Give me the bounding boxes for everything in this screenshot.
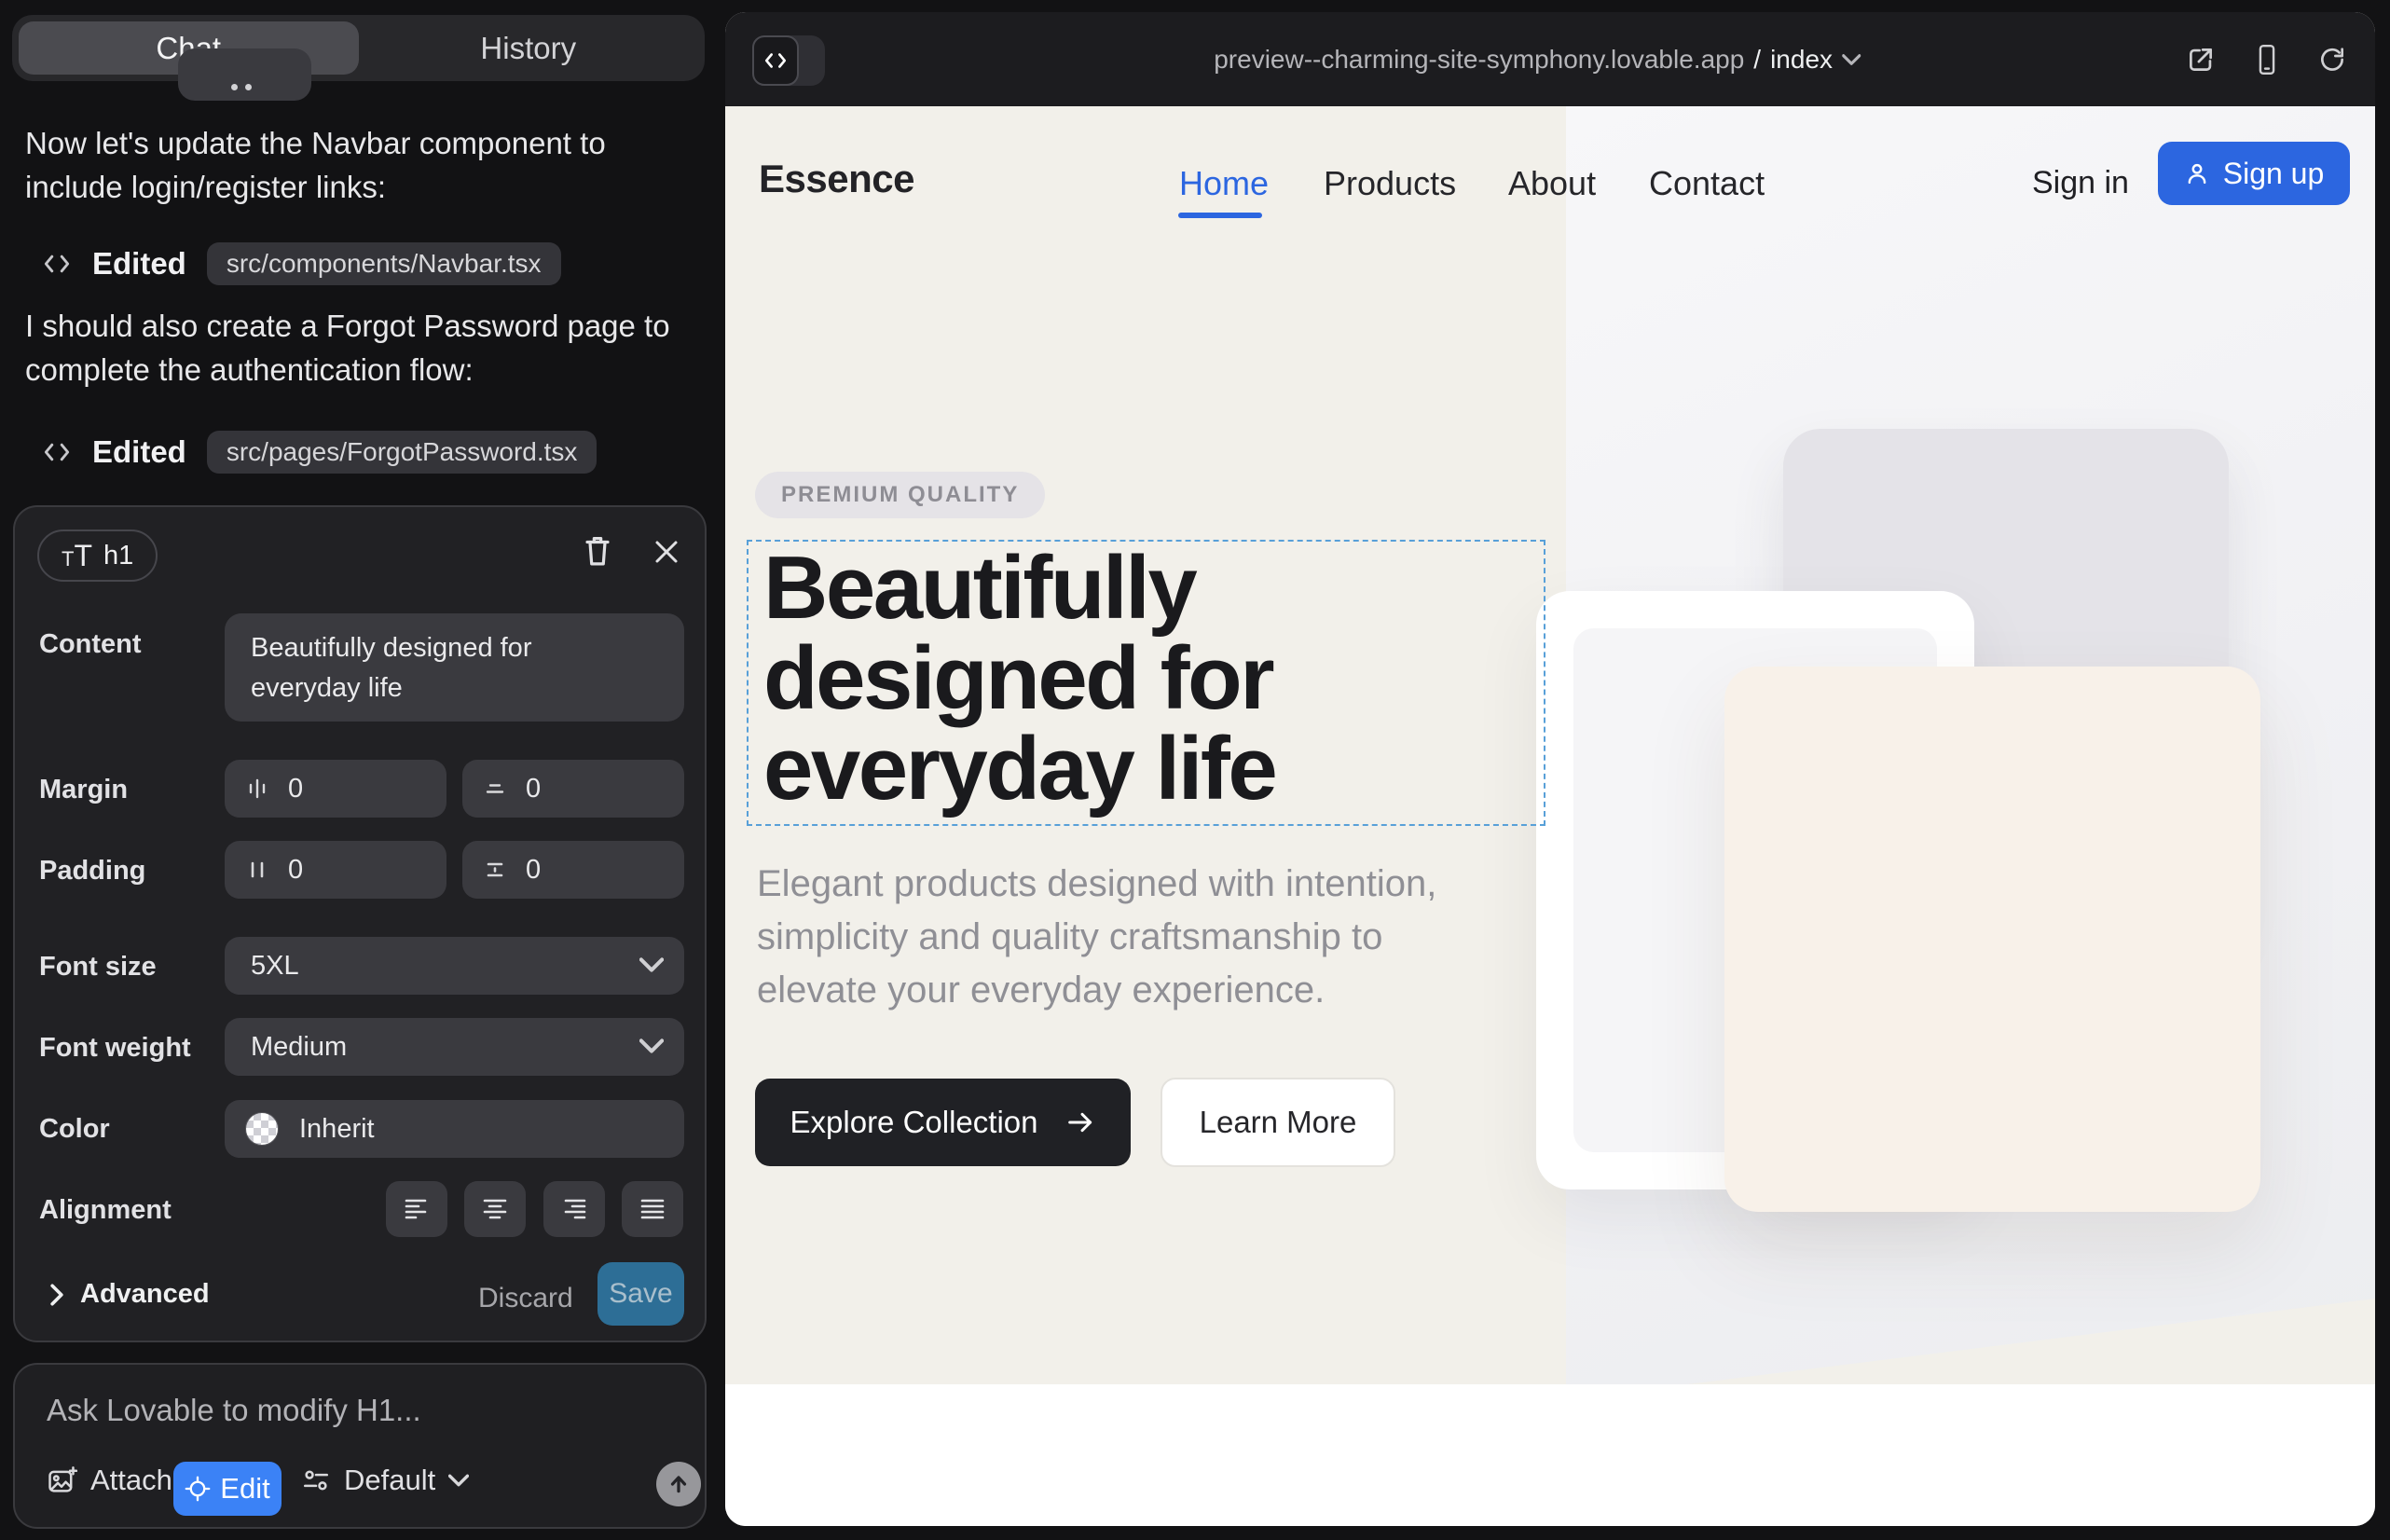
element-tag-pill: TT h1 (37, 529, 158, 582)
element-editor-panel: TT h1 Content Beautifully designed for e… (13, 505, 707, 1342)
person-icon (2184, 160, 2210, 186)
color-select[interactable]: Inherit (225, 1100, 684, 1158)
nav-about[interactable]: About (1508, 164, 1596, 203)
target-icon (185, 1476, 211, 1502)
sign-in-link[interactable]: Sign in (2032, 165, 2129, 201)
code-preview-toggle[interactable] (752, 35, 825, 86)
font-size-select[interactable]: 5XL (225, 937, 684, 995)
send-button[interactable] (656, 1462, 701, 1506)
default-mode-select[interactable]: Default (301, 1464, 469, 1497)
hero-paragraph: Elegant products designed with intention… (757, 858, 1436, 1017)
nav-contact[interactable]: Contact (1649, 164, 1765, 203)
refresh-icon[interactable] (2317, 45, 2347, 75)
chat-composer: Ask Lovable to modify H1... Attach Edit … (13, 1363, 707, 1529)
align-right-button[interactable] (543, 1181, 605, 1237)
truncated-chip (178, 48, 311, 101)
premium-badge: PREMIUM QUALITY (755, 472, 1045, 518)
font-size-label: Font size (39, 952, 157, 983)
file-chip[interactable]: src/pages/ForgotPassword.tsx (207, 431, 598, 474)
save-button[interactable]: Save (598, 1262, 684, 1326)
alignment-label: Alignment (39, 1195, 172, 1226)
element-tag: h1 (103, 541, 133, 571)
preview-frame: preview--charming-site-symphony.lovable.… (725, 12, 2375, 1526)
type-icon: TT (62, 539, 92, 573)
code-view-icon[interactable] (752, 35, 799, 86)
hero-section: Essence Home Products About Contact Sign… (725, 106, 2375, 1384)
color-swatch (245, 1112, 279, 1146)
chevron-down-icon (639, 957, 664, 972)
mobile-view-icon[interactable] (2252, 43, 2282, 76)
margin-y-input[interactable]: 0 (462, 760, 684, 818)
margin-label: Margin (39, 775, 128, 805)
chevron-down-icon (639, 1038, 664, 1053)
align-left-button[interactable] (386, 1181, 447, 1237)
composer-input[interactable]: Ask Lovable to modify H1... (47, 1393, 421, 1428)
nav-products[interactable]: Products (1324, 164, 1456, 203)
preview-topbar: preview--charming-site-symphony.lovable.… (725, 12, 2375, 106)
padding-vertical-icon (481, 856, 509, 884)
attach-image-icon (46, 1464, 77, 1496)
chat-message: Now let's update the Navbar component to… (25, 121, 606, 209)
tab-history[interactable]: History (359, 21, 699, 75)
sign-up-button[interactable]: Sign up (2158, 142, 2350, 205)
open-in-new-icon[interactable] (2185, 44, 2217, 76)
advanced-toggle[interactable]: Advanced (48, 1279, 210, 1310)
code-icon (42, 252, 72, 276)
padding-x-input[interactable]: 0 (225, 841, 446, 899)
decor-beige-card (1724, 667, 2260, 1212)
chevron-right-icon (48, 1283, 65, 1307)
site-logo[interactable]: Essence (759, 157, 914, 201)
discard-button[interactable]: Discard (478, 1283, 573, 1314)
chat-message: I should also create a Forgot Password p… (25, 304, 670, 392)
content-input[interactable]: Beautifully designed for everyday life (225, 613, 684, 722)
nav-home[interactable]: Home (1179, 164, 1269, 203)
code-icon (42, 440, 72, 464)
font-weight-label: Font weight (39, 1033, 191, 1064)
margin-vertical-icon (481, 775, 509, 803)
padding-horizontal-icon (243, 856, 271, 884)
learn-more-button[interactable]: Learn More (1161, 1078, 1395, 1167)
edited-file-row[interactable]: Edited src/pages/ForgotPassword.tsx (42, 430, 597, 474)
margin-x-input[interactable]: 0 (225, 760, 446, 818)
color-label: Color (39, 1114, 110, 1145)
delete-element-button[interactable] (581, 533, 614, 569)
sliders-icon (301, 1467, 331, 1493)
font-weight-select[interactable]: Medium (225, 1018, 684, 1076)
active-nav-indicator (1178, 213, 1262, 218)
close-icon[interactable] (652, 538, 680, 566)
padding-y-input[interactable]: 0 (462, 841, 684, 899)
align-center-button[interactable] (464, 1181, 526, 1237)
chevron-down-icon (1842, 54, 1861, 65)
file-chip[interactable]: src/components/Navbar.tsx (207, 242, 561, 285)
preview-url[interactable]: preview--charming-site-symphony.lovable.… (1214, 12, 1861, 106)
explore-collection-button[interactable]: Explore Collection (755, 1079, 1131, 1166)
margin-horizontal-icon (243, 775, 271, 803)
edited-label: Edited (92, 434, 186, 470)
content-label: Content (39, 629, 142, 660)
edited-file-row[interactable]: Edited src/components/Navbar.tsx (42, 241, 561, 286)
attach-button[interactable]: Attach (46, 1464, 172, 1497)
chevron-down-icon (448, 1474, 469, 1487)
chat-tab-bar: Chat History (12, 15, 705, 81)
edit-mode-button[interactable]: Edit (173, 1462, 282, 1516)
align-justify-button[interactable] (622, 1181, 683, 1237)
site-page: Essence Home Products About Contact Sign… (725, 106, 2375, 1526)
arrow-right-icon (1065, 1107, 1095, 1137)
edited-label: Edited (92, 246, 186, 282)
padding-label: Padding (39, 856, 145, 887)
hero-headline[interactable]: Beautifully designed for everyday life (763, 543, 1275, 814)
